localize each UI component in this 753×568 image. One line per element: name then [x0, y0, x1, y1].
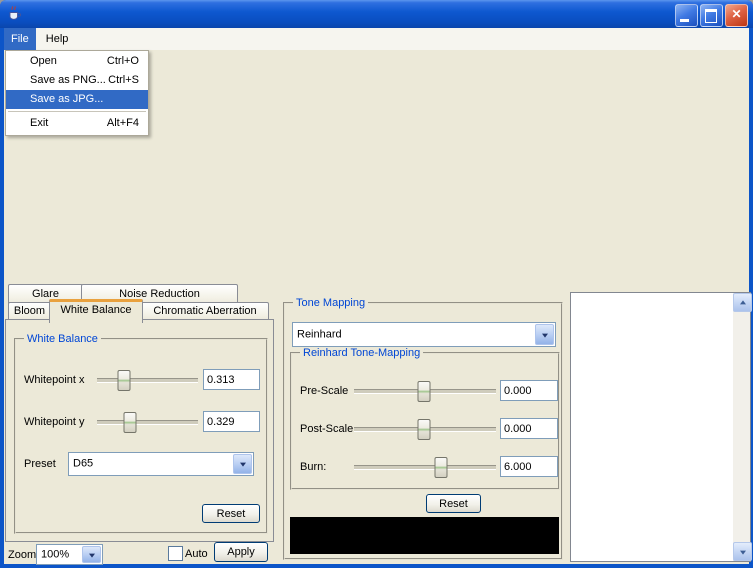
image-preview-panel — [570, 292, 751, 562]
whitepoint-x-label: Whitepoint x — [24, 374, 85, 387]
menubar: File Help — [4, 28, 749, 50]
menu-help[interactable]: Help — [39, 28, 76, 50]
menuitem-exit-shortcut: Alt+F4 — [107, 114, 139, 133]
minimize-icon — [680, 19, 689, 22]
pre-scale-label: Pre-Scale — [300, 385, 348, 398]
operator-combo-dropdown-button[interactable] — [535, 324, 554, 345]
tone-mapping-operator-combo[interactable]: Reinhard — [292, 322, 556, 347]
whitepoint-y-field[interactable] — [203, 411, 260, 432]
auto-checkbox[interactable] — [168, 546, 183, 561]
white-balance-group-title: White Balance — [24, 333, 101, 346]
pre-scale-field[interactable] — [500, 380, 558, 401]
apply-button[interactable]: Apply — [214, 542, 268, 562]
slider-track[interactable] — [97, 378, 198, 383]
white-balance-group: White Balance Whitepoint x Whitepoint y … — [14, 338, 268, 534]
reinhard-group-title: Reinhard Tone-Mapping — [300, 347, 423, 360]
post-scale-slider[interactable] — [354, 419, 496, 438]
window-controls: ✕ — [675, 4, 748, 27]
reinhard-tone-mapping-group: Reinhard Tone-Mapping Pre-Scale Post-Sca… — [290, 352, 560, 490]
zoom-combo-value: 100% — [41, 548, 69, 561]
menuitem-open[interactable]: Open Ctrl+O — [6, 52, 148, 71]
burn-label: Burn: — [300, 461, 326, 474]
menuitem-open-shortcut: Ctrl+O — [107, 52, 139, 71]
slider-thumb[interactable] — [417, 419, 430, 440]
maximize-icon — [705, 9, 717, 23]
slider-thumb[interactable] — [118, 370, 131, 391]
preset-label: Preset — [24, 458, 56, 471]
scroll-down-icon — [740, 550, 746, 554]
menuitem-exit-label: Exit — [30, 117, 48, 129]
burn-slider[interactable] — [354, 457, 496, 476]
close-icon: ✕ — [726, 5, 747, 26]
slider-thumb[interactable] — [124, 412, 137, 433]
minimize-button[interactable] — [675, 4, 698, 27]
pre-scale-slider[interactable] — [354, 381, 496, 400]
post-scale-field[interactable] — [500, 418, 558, 439]
scroll-down-button[interactable] — [733, 542, 752, 561]
chevron-down-icon — [89, 553, 95, 557]
zoom-combo[interactable]: 100% — [36, 544, 103, 565]
zoom-combo-dropdown-button[interactable] — [82, 546, 101, 563]
slider-track[interactable] — [97, 420, 198, 425]
file-menu-popup: Open Ctrl+O Save as PNG... Ctrl+S Save a… — [5, 50, 149, 136]
menuitem-save-jpg[interactable]: Save as JPG... — [6, 90, 148, 109]
whitepoint-y-label: Whitepoint y — [24, 416, 85, 429]
whitepoint-x-field[interactable] — [203, 369, 260, 390]
tone-mapping-preview-black-panel — [290, 517, 559, 554]
slider-track[interactable] — [354, 465, 496, 470]
tone-mapping-operator-value: Reinhard — [297, 328, 342, 341]
menuitem-open-label: Open — [30, 55, 57, 67]
tone-mapping-group-title: Tone Mapping — [293, 297, 368, 310]
preset-combo-value: D65 — [73, 458, 93, 471]
menuitem-exit[interactable]: Exit Alt+F4 — [6, 114, 148, 133]
slider-thumb[interactable] — [417, 381, 430, 402]
scroll-up-icon — [740, 300, 746, 304]
tab-white-balance[interactable]: White Balance — [49, 299, 143, 323]
menu-file[interactable]: File — [4, 28, 36, 50]
menu-separator — [8, 111, 146, 112]
menuitem-save-png-label: Save as PNG... — [30, 74, 106, 86]
chevron-down-icon — [542, 333, 548, 337]
java-cup-icon[interactable] — [6, 5, 23, 22]
menuitem-save-jpg-label: Save as JPG... — [30, 93, 103, 105]
menuitem-save-png-shortcut: Ctrl+S — [108, 71, 139, 90]
titlebar[interactable]: ✕ — [0, 0, 753, 28]
preset-combo-dropdown-button[interactable] — [233, 454, 252, 474]
tone-mapping-reset-button[interactable]: Reset — [426, 494, 481, 513]
preset-combo[interactable]: D65 — [68, 452, 254, 476]
scroll-up-button[interactable] — [733, 293, 752, 312]
menuitem-save-png[interactable]: Save as PNG... Ctrl+S — [6, 71, 148, 90]
vertical-scrollbar[interactable] — [733, 293, 750, 561]
slider-thumb[interactable] — [434, 457, 447, 478]
white-balance-reset-button[interactable]: Reset — [202, 504, 260, 523]
tone-mapping-group: Tone Mapping Reinhard Reinhard Tone-Mapp… — [283, 302, 563, 560]
whitepoint-y-slider[interactable] — [97, 412, 198, 431]
close-button[interactable]: ✕ — [725, 4, 748, 27]
burn-field[interactable] — [500, 456, 558, 477]
application-window: ✕ File Help Open Ctrl+O Save as PNG... C… — [0, 0, 753, 568]
post-scale-label: Post-Scale — [300, 423, 353, 436]
whitepoint-x-slider[interactable] — [97, 370, 198, 389]
maximize-button[interactable] — [700, 4, 723, 27]
chevron-down-icon — [240, 463, 246, 467]
zoom-label: Zoom — [8, 549, 36, 562]
auto-checkbox-label[interactable]: Auto — [185, 548, 208, 561]
